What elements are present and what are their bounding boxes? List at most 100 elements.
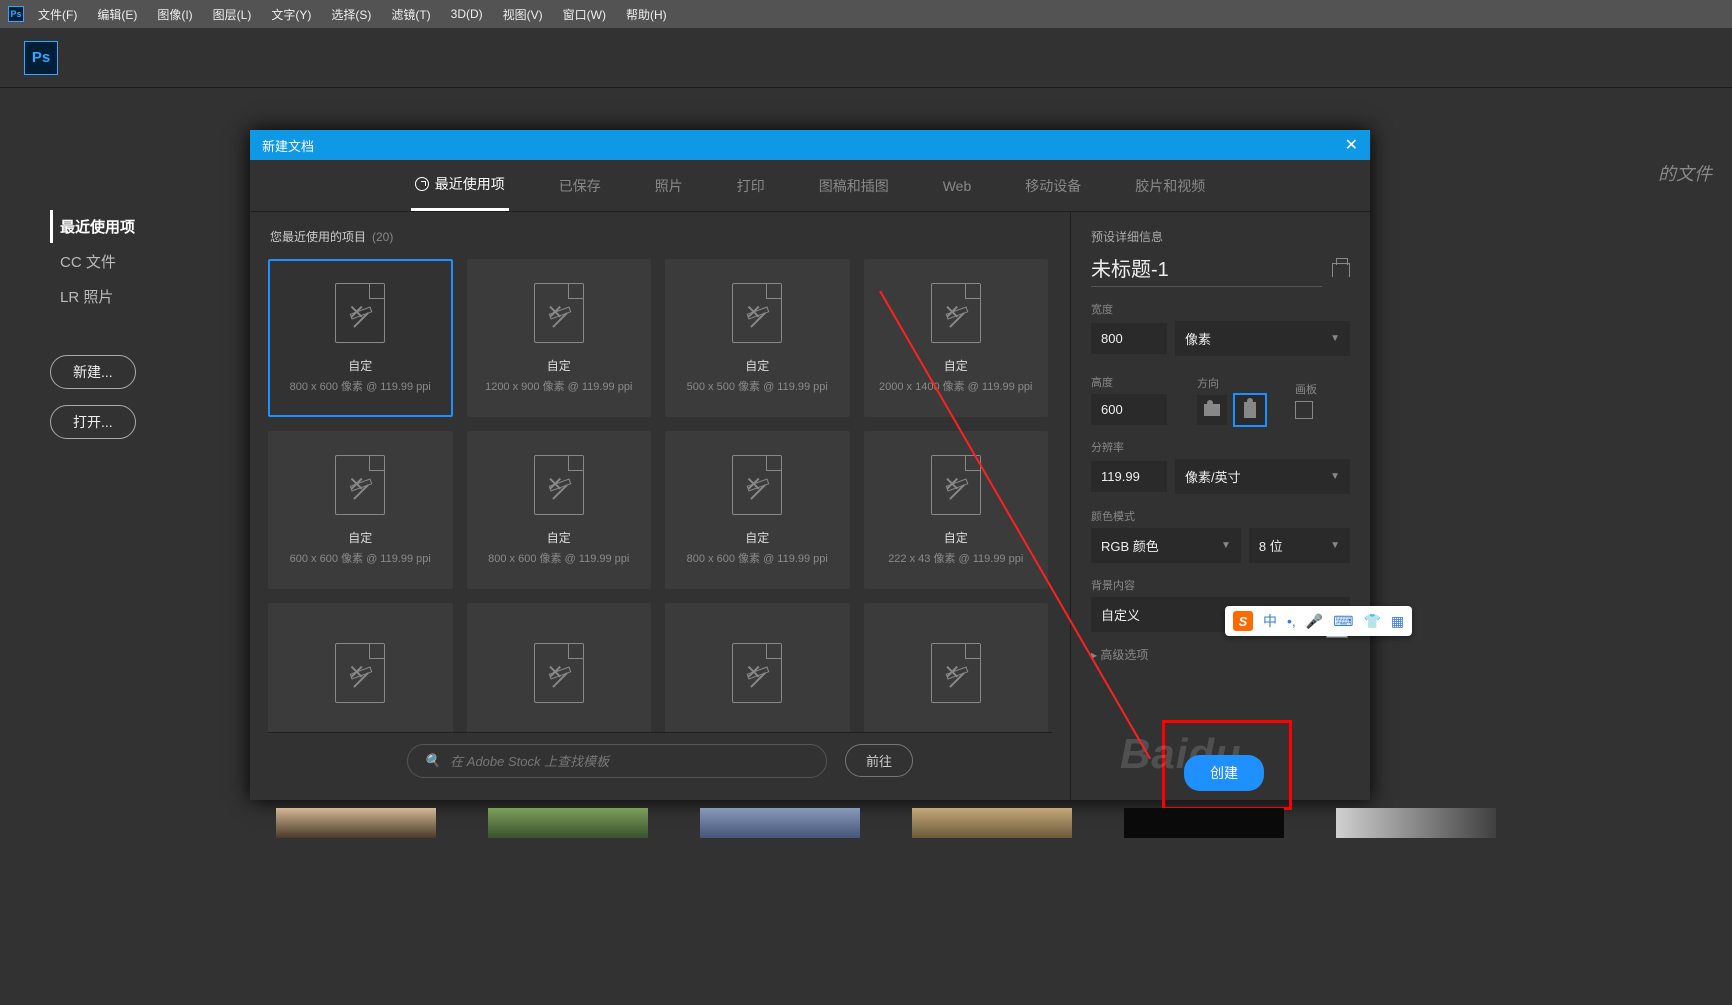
color-mode-label: 颜色模式 <box>1091 508 1350 524</box>
tab-print[interactable]: 打印 <box>733 162 769 210</box>
preset-item[interactable]: 自定 1200 x 900 像素 @ 119.99 ppi <box>467 259 652 417</box>
recent-file-thumb[interactable] <box>912 808 1072 838</box>
close-icon[interactable]: ✕ <box>1345 135 1358 155</box>
color-mode-select[interactable]: RGB 颜色▼ <box>1091 528 1241 563</box>
menu-edit[interactable]: 编辑(E) <box>97 6 137 23</box>
recent-file-thumb[interactable] <box>1336 808 1496 838</box>
tab-web[interactable]: Web <box>939 164 976 208</box>
stock-placeholder: 在 Adobe Stock 上查找模板 <box>450 751 609 770</box>
ime-skin-icon[interactable]: 👕 <box>1363 613 1380 630</box>
new-button[interactable]: 新建... <box>50 355 136 389</box>
height-input[interactable]: 600 <box>1091 394 1167 425</box>
sidebar-item-recent[interactable]: 最近使用项 <box>50 210 230 243</box>
tab-recent[interactable]: 最近使用项 <box>411 160 509 211</box>
preset-dimensions: 2000 x 1400 像素 @ 119.99 ppi <box>879 378 1032 394</box>
save-preset-icon[interactable] <box>1332 263 1350 277</box>
menu-image[interactable]: 图像(I) <box>157 6 192 23</box>
sidebar-item-ccfiles[interactable]: CC 文件 <box>50 245 230 278</box>
recent-files-row <box>276 808 1496 838</box>
create-button[interactable]: 创建 <box>1184 755 1264 791</box>
preset-item[interactable] <box>665 603 850 732</box>
menu-layer[interactable]: 图层(L) <box>213 6 252 23</box>
background-label: 背景内容 <box>1091 577 1350 593</box>
landscape-icon <box>1244 402 1256 418</box>
recent-file-thumb[interactable] <box>488 808 648 838</box>
menu-view[interactable]: 视图(V) <box>503 6 543 23</box>
tab-photo[interactable]: 照片 <box>651 162 687 210</box>
preset-thumb-icon <box>732 283 782 343</box>
tab-mobile[interactable]: 移动设备 <box>1021 162 1085 210</box>
preset-label: 自定 <box>348 357 372 374</box>
preset-item[interactable] <box>467 603 652 732</box>
background-text: 的文件 <box>1658 160 1712 186</box>
preset-dimensions: 1200 x 900 像素 @ 119.99 ppi <box>485 378 632 394</box>
width-unit-select[interactable]: 像素▼ <box>1175 321 1350 356</box>
advanced-options-toggle[interactable]: 高级选项 <box>1091 646 1350 663</box>
sogou-logo-icon: S <box>1233 611 1253 631</box>
dialog-titlebar[interactable]: 新建文档 ✕ <box>250 130 1370 160</box>
ime-keyboard-icon[interactable]: ⌨ <box>1333 613 1353 630</box>
open-button[interactable]: 打开... <box>50 405 136 439</box>
recent-file-thumb[interactable] <box>1124 808 1284 838</box>
preset-item[interactable]: 自定 600 x 600 像素 @ 119.99 ppi <box>268 431 453 589</box>
recent-file-thumb[interactable] <box>276 808 436 838</box>
width-input[interactable]: 800 <box>1091 323 1167 354</box>
chevron-down-icon: ▼ <box>1330 471 1340 482</box>
new-document-dialog: 新建文档 ✕ 最近使用项 已保存 照片 打印 图稿和插图 Web 移动设备 胶片… <box>250 130 1370 800</box>
detail-header: 预设详细信息 <box>1091 228 1350 245</box>
preset-label: 自定 <box>944 529 968 546</box>
ime-toolbar[interactable]: S 中 •, 🎤 ⌨ 👕 ▦ <box>1225 606 1412 636</box>
preset-dimensions: 800 x 600 像素 @ 119.99 ppi <box>290 378 431 394</box>
search-icon: 🔍 <box>424 753 440 769</box>
preset-label: 自定 <box>745 529 769 546</box>
menu-help[interactable]: 帮助(H) <box>626 6 667 23</box>
preset-thumb-icon <box>335 283 385 343</box>
clock-icon <box>415 177 429 191</box>
preset-thumb-icon <box>931 455 981 515</box>
start-sidebar: 最近使用项 CC 文件 LR 照片 新建... 打开... <box>50 210 230 439</box>
resolution-input[interactable]: 119.99 <box>1091 461 1167 492</box>
preset-thumb-icon <box>335 643 385 703</box>
recent-file-thumb[interactable] <box>700 808 860 838</box>
preset-thumb-icon <box>732 455 782 515</box>
menu-window[interactable]: 窗口(W) <box>563 6 606 23</box>
stock-search-input[interactable]: 🔍 在 Adobe Stock 上查找模板 <box>407 744 827 778</box>
menu-bar: Ps 文件(F) 编辑(E) 图像(I) 图层(L) 文字(Y) 选择(S) 滤… <box>0 0 1732 28</box>
menu-filter[interactable]: 滤镜(T) <box>391 6 430 23</box>
preset-grid: 自定 800 x 600 像素 @ 119.99 ppi 自定 1200 x 9… <box>268 259 1052 732</box>
preset-item[interactable] <box>268 603 453 732</box>
ime-mic-icon[interactable]: 🎤 <box>1306 613 1323 630</box>
preset-item[interactable]: 自定 800 x 600 像素 @ 119.99 ppi <box>467 431 652 589</box>
preset-item[interactable]: 自定 800 x 600 像素 @ 119.99 ppi <box>665 431 850 589</box>
sidebar-item-lrphotos[interactable]: LR 照片 <box>50 280 230 313</box>
app-icon-small: Ps <box>8 6 24 22</box>
preset-item[interactable]: 自定 800 x 600 像素 @ 119.99 ppi <box>268 259 453 417</box>
tab-art[interactable]: 图稿和插图 <box>815 162 893 210</box>
document-name-input[interactable]: 未标题-1 <box>1091 253 1322 287</box>
orientation-portrait[interactable] <box>1197 395 1227 425</box>
dialog-title: 新建文档 <box>262 136 314 155</box>
artboard-checkbox[interactable] <box>1295 401 1313 419</box>
preset-thumb-icon <box>534 283 584 343</box>
preset-detail-panel: 预设详细信息 未标题-1 宽度 800 像素▼ 高度 600 方向 <box>1070 212 1370 800</box>
ime-punct-icon[interactable]: •, <box>1287 613 1296 629</box>
preset-thumb-icon <box>732 643 782 703</box>
menu-type[interactable]: 文字(Y) <box>271 6 311 23</box>
preset-item[interactable]: 自定 500 x 500 像素 @ 119.99 ppi <box>665 259 850 417</box>
menu-3d[interactable]: 3D(D) <box>451 7 483 21</box>
tab-film[interactable]: 胶片和视频 <box>1131 162 1209 210</box>
preset-item[interactable] <box>864 603 1049 732</box>
menu-file[interactable]: 文件(F) <box>38 6 77 23</box>
preset-area: 您最近使用的项目(20) 自定 800 x 600 像素 @ 119.99 pp… <box>250 212 1070 800</box>
ime-lang[interactable]: 中 <box>1263 611 1277 631</box>
menu-select[interactable]: 选择(S) <box>331 6 371 23</box>
preset-item[interactable]: 自定 222 x 43 像素 @ 119.99 ppi <box>864 431 1049 589</box>
ime-toolbox-icon[interactable]: ▦ <box>1391 613 1404 630</box>
tab-saved[interactable]: 已保存 <box>555 162 605 210</box>
preset-thumb-icon <box>931 643 981 703</box>
color-depth-select[interactable]: 8 位▼ <box>1249 528 1350 563</box>
preset-item[interactable]: 自定 2000 x 1400 像素 @ 119.99 ppi <box>864 259 1049 417</box>
resolution-unit-select[interactable]: 像素/英寸▼ <box>1175 459 1350 494</box>
orientation-landscape[interactable] <box>1235 395 1265 425</box>
stock-go-button[interactable]: 前往 <box>845 744 913 777</box>
